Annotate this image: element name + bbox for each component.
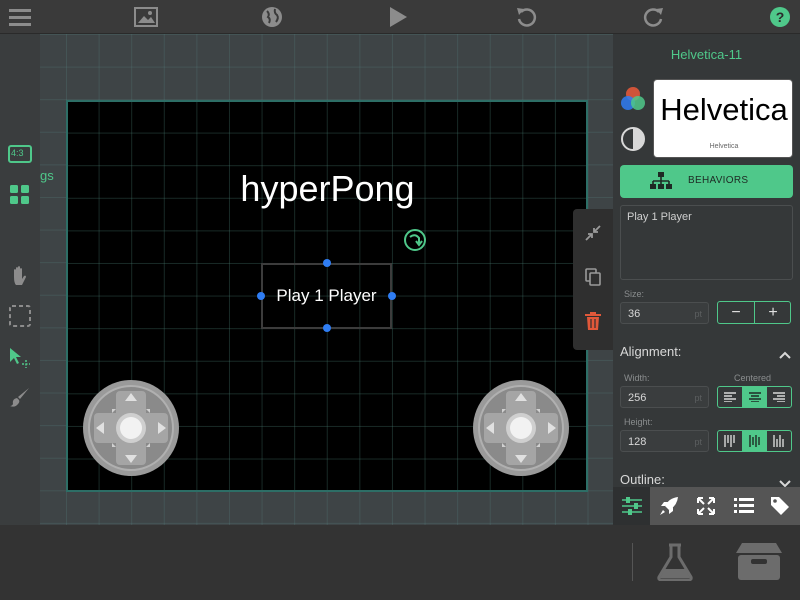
list-icon[interactable] (725, 487, 762, 525)
increase-size-button[interactable]: + (755, 302, 791, 323)
selected-text-label[interactable]: Play 1 Player (261, 286, 392, 306)
play-icon[interactable] (378, 0, 418, 34)
align-left-icon[interactable] (718, 387, 743, 407)
collapse-chevron-icon[interactable] (779, 346, 791, 364)
font-preview-caption: Helvetica (709, 143, 739, 150)
inspector-tab-bar (613, 487, 800, 525)
width-value: 256 (628, 392, 647, 404)
aspect-ratio-label: 4:3 (11, 148, 24, 158)
contrast-icon[interactable] (620, 126, 646, 157)
font-preview[interactable]: Helvetica Helvetica (653, 79, 793, 158)
width-label: Width: (624, 373, 650, 383)
align-top-icon[interactable] (718, 431, 743, 451)
rotate-handle-icon[interactable] (403, 228, 427, 257)
vertical-align-control[interactable] (717, 430, 792, 452)
flask-icon[interactable] (656, 543, 694, 586)
sliders-icon[interactable] (613, 487, 651, 525)
size-unit: pt (694, 309, 702, 319)
expand-icon[interactable] (688, 487, 725, 525)
undo-icon[interactable] (506, 0, 546, 34)
size-field[interactable]: 36 pt (620, 302, 709, 324)
outline-heading: Outline: (620, 472, 665, 487)
paintbrush-icon[interactable] (4, 381, 36, 413)
left-dpad-control[interactable] (82, 379, 180, 477)
grid-view-icon[interactable] (4, 179, 36, 211)
svg-text:?: ? (776, 9, 785, 25)
tags-icon[interactable] (763, 487, 800, 525)
help-icon[interactable]: ? (760, 0, 800, 34)
aspect-ratio-button[interactable]: 4:3 (4, 138, 36, 170)
object-mini-toolbar (573, 209, 613, 350)
globe-icon[interactable] (252, 0, 292, 34)
height-unit: pt (694, 437, 702, 447)
decrease-size-button[interactable]: − (718, 302, 754, 323)
rocket-icon[interactable] (650, 487, 687, 525)
font-preview-text: Helvetica (660, 92, 788, 127)
align-right-icon[interactable] (767, 387, 791, 407)
image-icon[interactable] (126, 0, 166, 34)
height-label: Height: (624, 417, 653, 427)
size-label: Size: (624, 289, 645, 299)
scene-title-text[interactable]: hyperPong (40, 168, 613, 210)
bottom-bar (0, 525, 800, 600)
resize-handle-left[interactable] (257, 292, 265, 300)
collapse-icon[interactable] (581, 221, 605, 245)
height-field[interactable]: 128 pt (620, 430, 709, 452)
bottom-divider (632, 543, 633, 581)
align-middle-icon[interactable] (742, 431, 768, 451)
resize-handle-bottom[interactable] (323, 324, 331, 332)
alignment-state-label: Centered (734, 373, 772, 383)
archive-box-icon[interactable] (736, 543, 782, 586)
resize-handle-right[interactable] (388, 292, 396, 300)
align-bottom-icon[interactable] (767, 431, 791, 451)
left-tool-column: 4:3 (0, 34, 40, 525)
redo-icon[interactable] (634, 0, 674, 34)
horizontal-align-control[interactable] (717, 386, 792, 408)
align-center-icon[interactable] (742, 387, 768, 407)
font-name-heading: Helvetica-11 (670, 47, 743, 62)
width-field[interactable]: 256 pt (620, 386, 709, 408)
hierarchy-icon (650, 171, 672, 196)
stage-canvas[interactable]: gs hyperPong Play 1 Player (40, 34, 613, 525)
hand-pan-icon[interactable] (4, 260, 36, 292)
alignment-heading: Alignment: (620, 344, 682, 359)
pointer-select-icon[interactable] (4, 342, 36, 374)
right-dpad-control[interactable] (472, 379, 570, 477)
hamburger-menu-icon[interactable] (0, 0, 40, 34)
top-toolbar: ? (0, 0, 800, 34)
inspector-panel: Helvetica-11 Helvetica Helvetica BEHAVIO… (613, 34, 800, 525)
color-picker-icon[interactable] (619, 86, 647, 117)
text-content-field[interactable]: Play 1 Player (620, 205, 793, 280)
behaviors-button[interactable]: BEHAVIORS (620, 165, 793, 198)
duplicate-icon[interactable] (581, 265, 605, 289)
behaviors-label: BEHAVIORS (688, 175, 749, 186)
resize-handle-top[interactable] (323, 259, 331, 267)
size-stepper[interactable]: − + (717, 301, 791, 324)
marquee-select-icon[interactable] (4, 300, 36, 332)
trash-icon[interactable] (581, 309, 605, 333)
width-unit: pt (694, 393, 702, 403)
size-value: 36 (628, 308, 641, 320)
app-root: ? 4:3 gs hyperPong Play 1 Player Helveti… (0, 0, 800, 600)
height-value: 128 (628, 436, 647, 448)
